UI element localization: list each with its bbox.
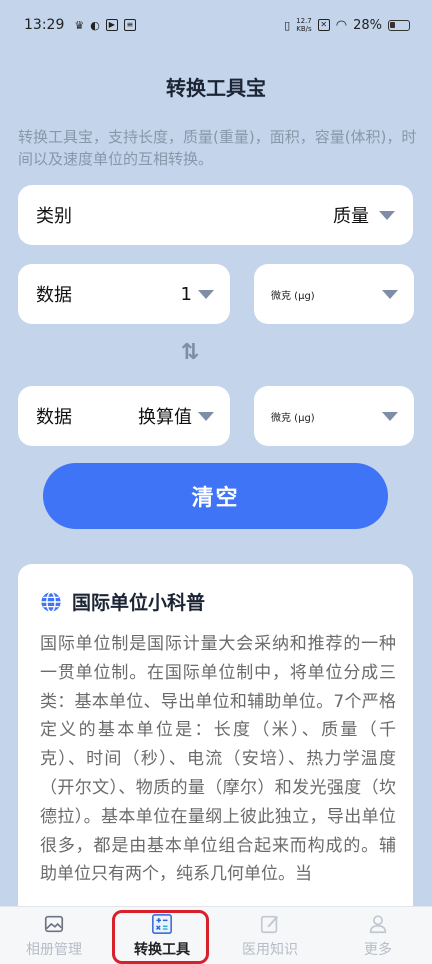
category-value: 质量 <box>333 206 369 227</box>
sim-icon: ✕ <box>317 19 330 31</box>
edit-icon <box>260 915 279 933</box>
info-header: 国际单位小科普 <box>40 588 205 615</box>
status-bar: 13:29 ♛ ◐ ▶ ≡ ▯ 12.7 KB/s ✕ ◠ 28% <box>0 0 432 50</box>
tab-medical[interactable]: 医用知识 <box>216 907 324 964</box>
play-icon: ▶ <box>105 19 118 31</box>
notification-icon: ≡ <box>123 19 136 31</box>
tab-label: 更多 <box>364 941 392 958</box>
app-icon: ◐ <box>90 18 100 32</box>
output-unit: 微克 (μg) <box>271 412 315 424</box>
tab-label: 相册管理 <box>26 941 82 958</box>
info-body: 国际单位制是国际计量大会采纳和推荐的一种一贯单位制。在国际单位制中，将单位分成三… <box>40 634 396 885</box>
battery-percent: 28% <box>353 17 382 33</box>
category-selector[interactable]: 类别 质量 <box>18 185 413 245</box>
crown-icon: ♛ <box>74 18 85 32</box>
swap-icon[interactable]: ⇅ <box>176 340 204 368</box>
input-unit: 微克 (μg) <box>271 290 315 302</box>
status-time: 13:29 <box>24 17 65 33</box>
category-label: 类别 <box>36 206 72 227</box>
info-title: 国际单位小科普 <box>72 592 206 614</box>
person-icon <box>369 914 387 933</box>
description-text: 转换工具宝，支持长度，质量(重量)，面积，容量(体积)，时间以及速度单位的互相转… <box>18 128 417 168</box>
output-value: 换算值 <box>138 407 192 428</box>
battery-icon <box>388 19 410 31</box>
wifi-icon: ◠ <box>335 17 348 33</box>
image-icon <box>44 915 64 932</box>
page-title: 转换工具宝 <box>166 76 266 100</box>
chevron-down-icon <box>379 210 395 220</box>
info-card: 国际单位小科普 国际单位制是国际计量大会采纳和推荐的一种一贯单位制。在国际单位制… <box>18 564 413 924</box>
highlight-box <box>112 910 209 964</box>
network-speed: 12.7 KB/s <box>296 17 312 33</box>
input-value-field[interactable]: 数据 1 <box>18 264 230 324</box>
chevron-down-icon <box>198 411 214 421</box>
chevron-down-icon <box>382 289 398 299</box>
input-label: 数据 <box>36 285 72 306</box>
input-unit-selector[interactable]: 微克 (μg) <box>254 264 414 324</box>
chevron-down-icon <box>198 289 214 299</box>
clear-button[interactable]: 清空 <box>43 463 388 529</box>
tab-album[interactable]: 相册管理 <box>0 907 108 964</box>
input-value: 1 <box>180 283 192 305</box>
tab-more[interactable]: 更多 <box>324 907 432 964</box>
tab-label: 医用知识 <box>242 941 298 958</box>
globe-icon <box>41 591 61 612</box>
chevron-down-icon <box>382 411 398 421</box>
output-value-field: 数据 换算值 <box>18 386 230 446</box>
output-unit-selector[interactable]: 微克 (μg) <box>254 386 414 446</box>
tab-bar: 相册管理 转换工具 医用知识 更多 <box>0 906 432 964</box>
vibrate-icon: ▯ <box>284 18 291 32</box>
output-label: 数据 <box>36 407 72 428</box>
